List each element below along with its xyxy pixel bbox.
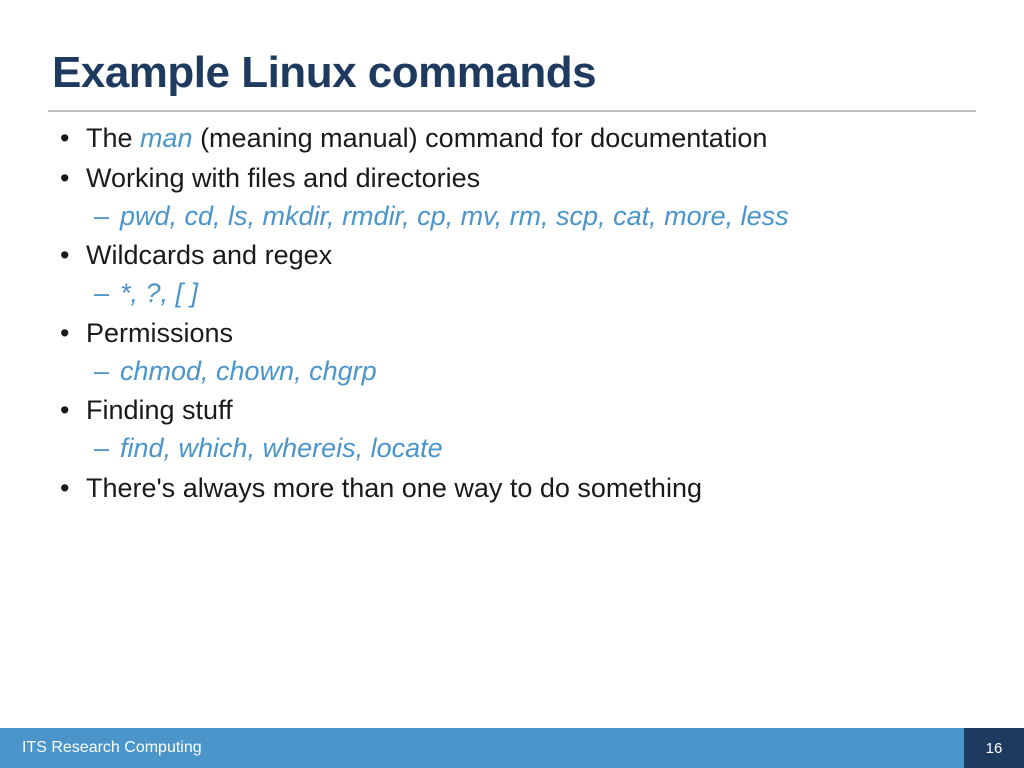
command-emphasis: man: [140, 123, 193, 153]
footer-label: ITS Research Computing: [0, 739, 202, 757]
bullet-text: Wildcards and regex: [86, 240, 332, 270]
bullet-text: (meaning manual) command for documentati…: [193, 123, 768, 153]
sub-bullet-item: *, ?, [ ]: [86, 277, 972, 311]
bullet-item: Permissions chmod, chown, chgrp: [52, 317, 972, 389]
bullet-item: Wildcards and regex *, ?, [ ]: [52, 239, 972, 311]
slide-title: Example Linux commands: [0, 0, 1024, 110]
sub-bullet-item: pwd, cd, ls, mkdir, rmdir, cp, mv, rm, s…: [86, 200, 972, 234]
bullet-text: Working with files and directories: [86, 163, 480, 193]
slide-content: The man (meaning manual) command for doc…: [0, 122, 1024, 506]
bullet-text: Permissions: [86, 318, 233, 348]
bullet-text: Finding stuff: [86, 395, 233, 425]
bullet-text: The: [86, 123, 140, 153]
title-divider: [48, 110, 976, 112]
bullet-item: The man (meaning manual) command for doc…: [52, 122, 972, 156]
bullet-item: Working with files and directories pwd, …: [52, 162, 972, 234]
bullet-item: Finding stuff find, which, whereis, loca…: [52, 394, 972, 466]
bullet-item: There's always more than one way to do s…: [52, 472, 972, 506]
footer-bar: ITS Research Computing 16: [0, 728, 1024, 768]
sub-bullet-item: chmod, chown, chgrp: [86, 355, 972, 389]
bullet-text: There's always more than one way to do s…: [86, 473, 702, 503]
page-number: 16: [964, 728, 1024, 768]
slide: Example Linux commands The man (meaning …: [0, 0, 1024, 768]
sub-bullet-item: find, which, whereis, locate: [86, 432, 972, 466]
